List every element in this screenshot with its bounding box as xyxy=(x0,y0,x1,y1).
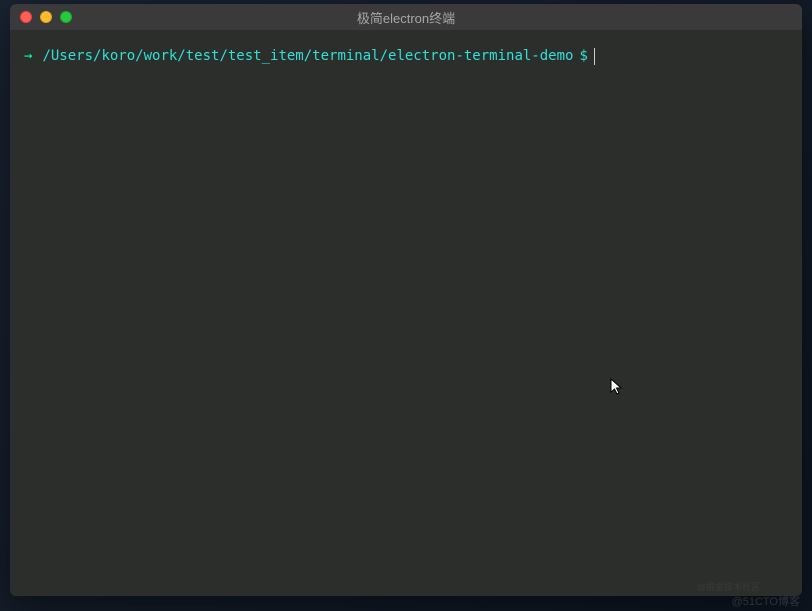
traffic-lights xyxy=(10,11,72,23)
maximize-button[interactable] xyxy=(60,11,72,23)
titlebar[interactable]: 极简electron终端 xyxy=(10,4,802,30)
window-title: 极简electron终端 xyxy=(10,8,802,27)
terminal-window: 极简electron终端 → /Users/koro/work/test/tes… xyxy=(10,4,802,596)
current-path: /Users/koro/work/test/test_item/terminal… xyxy=(42,46,573,67)
prompt-symbol: $ xyxy=(579,46,587,67)
close-button[interactable] xyxy=(20,11,32,23)
prompt-line: → /Users/koro/work/test/test_item/termin… xyxy=(24,46,788,67)
watermark-text-1: @51CTO博客 xyxy=(732,593,800,609)
prompt-arrow-icon: → xyxy=(24,46,32,67)
text-cursor[interactable] xyxy=(594,48,595,65)
terminal-body[interactable]: → /Users/koro/work/test/test_item/termin… xyxy=(10,30,802,596)
minimize-button[interactable] xyxy=(40,11,52,23)
watermark-text-2: @掘金技术社区 xyxy=(697,580,760,593)
